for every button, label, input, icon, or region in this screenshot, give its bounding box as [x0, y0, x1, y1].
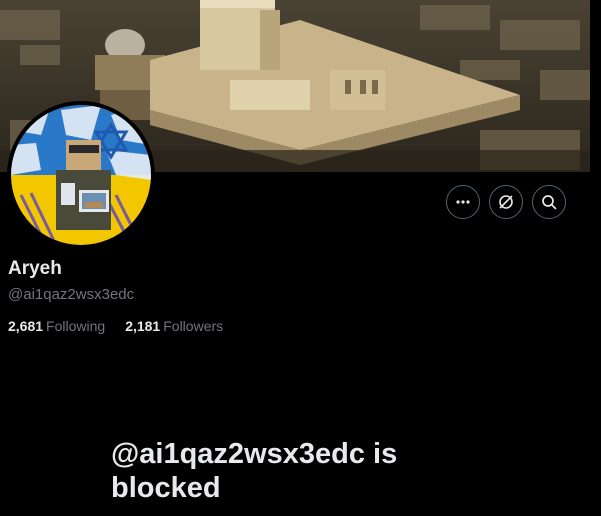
search-button[interactable] [532, 185, 566, 219]
profile-avatar[interactable] [7, 101, 155, 249]
more-horizontal-icon [456, 200, 470, 204]
followers-count: 2,181 [125, 318, 161, 334]
profile-actions [446, 185, 566, 219]
following-link[interactable]: 2,681 Following [8, 318, 105, 334]
profile-stats: 2,681 Following 2,181 Followers [8, 318, 223, 334]
more-button[interactable] [446, 185, 480, 219]
search-icon [542, 195, 557, 210]
blocked-message: @ai1qaz2wsx3edc is blocked [111, 438, 398, 504]
grok-button[interactable] [489, 185, 523, 219]
followers-label: Followers [163, 318, 224, 334]
grok-icon [499, 195, 513, 209]
scrollbar[interactable] [590, 0, 601, 516]
followers-link[interactable]: 2,181 Followers [125, 318, 223, 334]
profile-name: Aryeh [8, 258, 62, 279]
following-label: Following [46, 318, 106, 334]
following-count: 2,681 [8, 318, 44, 334]
profile-handle: @ai1qaz2wsx3edc [8, 286, 135, 303]
